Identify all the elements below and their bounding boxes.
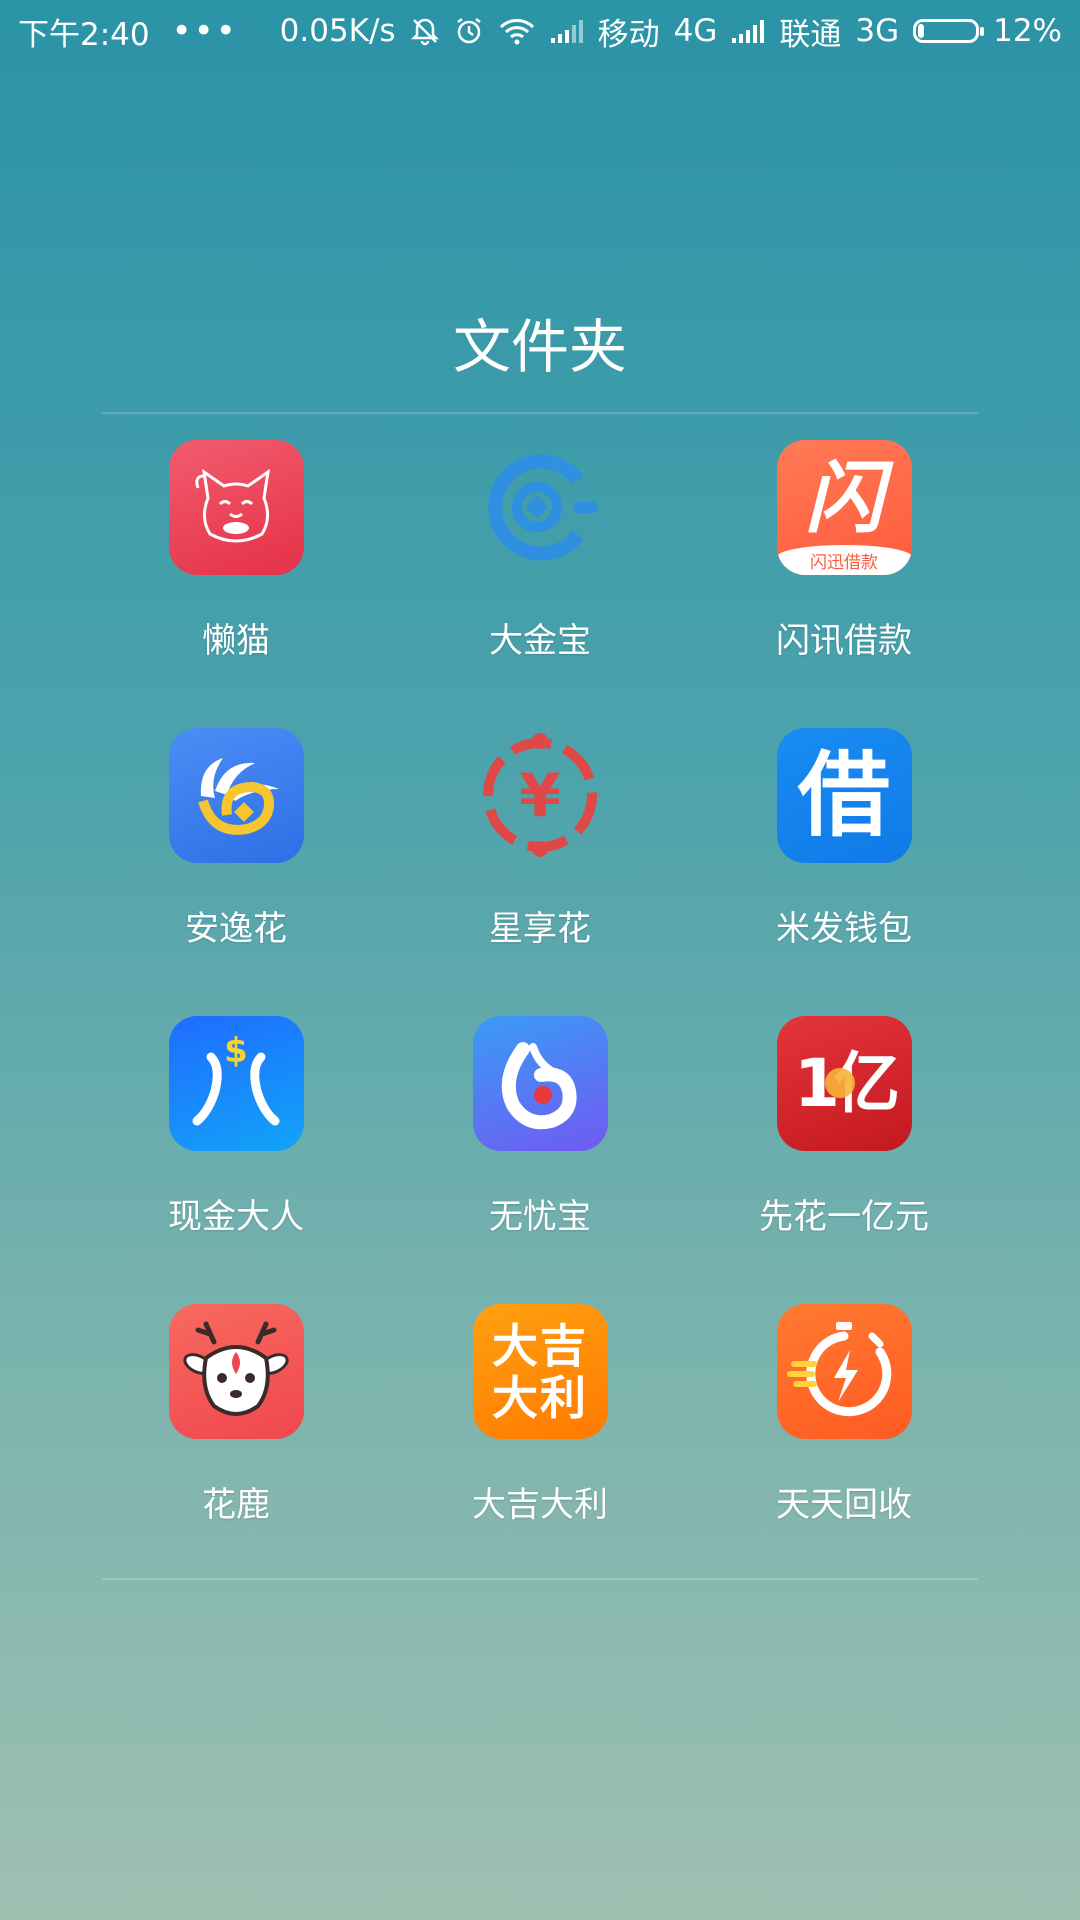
more-notifications-icon: •••	[171, 11, 238, 51]
app-grid: 懒猫 大金宝 闪 闪迅借款 闪讯借款 安逸花 ¥ 星享花 借 米发钱包 $ 现金…	[84, 440, 996, 1592]
network-speed: 0.05K/s	[279, 13, 396, 49]
battery-icon	[913, 19, 985, 43]
app-tiantian-huishou[interactable]: 天天回收	[692, 1304, 996, 1592]
app-dajinbao[interactable]: 大金宝	[388, 440, 692, 728]
alarm-icon	[454, 16, 484, 46]
app-xingxianghua[interactable]: ¥ 星享花	[388, 728, 692, 1016]
app-daji-dali[interactable]: 大吉 大利 大吉大利	[388, 1304, 692, 1592]
app-label: 米发钱包	[776, 909, 912, 949]
app-label: 先花一亿元	[759, 1197, 929, 1237]
app-label: 安逸花	[185, 909, 287, 949]
app-label: 现金大人	[168, 1197, 304, 1237]
cash-person-icon: $	[168, 1016, 304, 1151]
daji-dali-icon: 大吉 大利	[472, 1304, 608, 1439]
lucky-cat-icon	[168, 440, 304, 575]
flash-loan-icon: 闪 闪迅借款	[776, 440, 912, 575]
signal-icon-2	[731, 18, 765, 44]
petal-coin-icon	[168, 728, 304, 863]
carrier-1: 移动	[597, 16, 660, 53]
mute-bell-icon	[410, 16, 440, 46]
yi-icon: 1亿	[776, 1016, 912, 1151]
app-lanmao[interactable]: 懒猫	[84, 440, 388, 728]
app-label: 花鹿	[202, 1485, 270, 1525]
app-label: 星享花	[489, 909, 591, 949]
app-label: 无忧宝	[489, 1197, 591, 1237]
app-label: 天天回收	[776, 1485, 912, 1525]
yen-circle-icon: ¥	[473, 728, 608, 863]
app-anyihua[interactable]: 安逸花	[84, 728, 388, 1016]
folder-title[interactable]: 文件夹	[0, 300, 1080, 384]
app-shanxun-jiekuan[interactable]: 闪 闪迅借款 闪讯借款	[692, 440, 996, 728]
app-label: 闪讯借款	[776, 621, 912, 661]
battery-percent: 12%	[993, 13, 1062, 49]
app-label: 懒猫	[202, 621, 270, 661]
app-mifa-qianbao[interactable]: 借 米发钱包	[692, 728, 996, 1016]
folder-top-divider	[102, 412, 978, 414]
app-label: 大吉大利	[472, 1485, 608, 1525]
app-label: 大金宝	[489, 621, 591, 661]
borrow-icon: 借	[776, 728, 912, 863]
deer-icon	[168, 1304, 304, 1439]
app-xianjin-daren[interactable]: $ 现金大人	[84, 1016, 388, 1304]
app-wuyoubao[interactable]: 无忧宝	[388, 1016, 692, 1304]
app-hualu[interactable]: 花鹿	[84, 1304, 388, 1592]
signal-icon-1	[550, 18, 584, 44]
status-bar: 下午2:40 ••• 0.05K/s 移动 4G 联通 3G 12%	[0, 0, 1080, 62]
app-xianhua-yiyiyuan[interactable]: 1亿 先花一亿元	[692, 1016, 996, 1304]
carrier-2: 联通	[779, 16, 842, 53]
status-time: 下午2:40	[18, 16, 150, 53]
wifi-icon	[498, 16, 536, 46]
network-type-1: 4G	[673, 13, 718, 49]
folder-bottom-divider	[102, 1578, 978, 1580]
network-type-2: 3G	[855, 13, 900, 49]
six-shield-icon	[472, 1016, 608, 1151]
stopwatch-bolt-icon	[776, 1304, 912, 1439]
coin-c-icon	[473, 440, 608, 575]
